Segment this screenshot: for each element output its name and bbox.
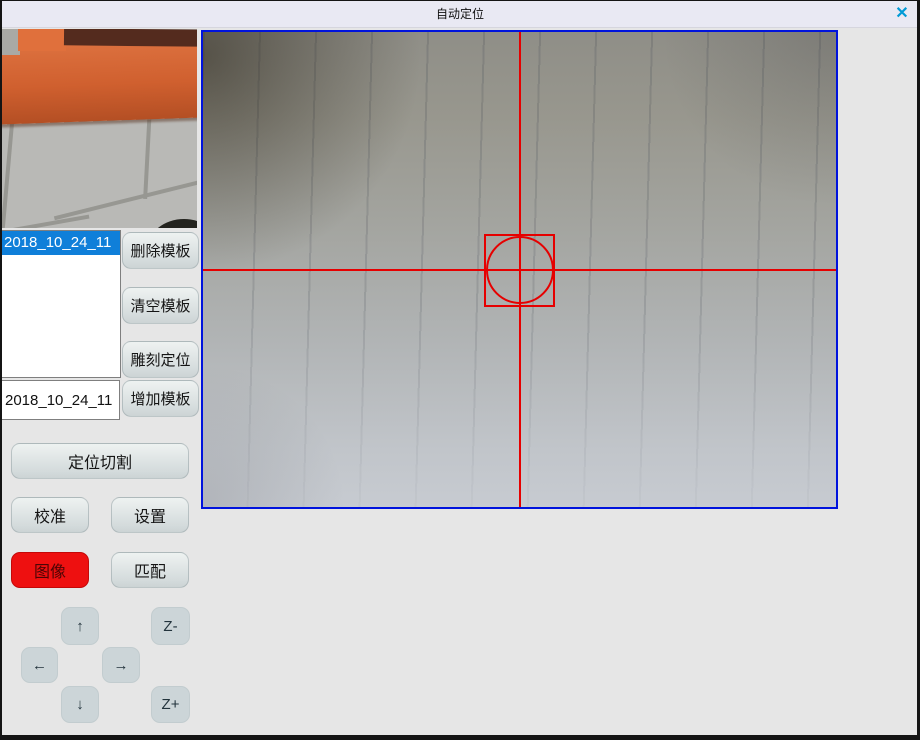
- match-button[interactable]: 匹配: [111, 552, 189, 588]
- calibrate-button[interactable]: 校准: [11, 497, 89, 533]
- thumbnail-tile-line: [0, 215, 89, 228]
- target-circle-overlay: [486, 236, 554, 304]
- thumbnail-tile-line: [54, 178, 197, 221]
- settings-button[interactable]: 设置: [111, 497, 189, 533]
- clear-templates-button[interactable]: 清空模板: [122, 287, 199, 324]
- auto-position-dialog: 自动定位 ✕ 2018_10_24_11 删除模板 清空模板 雕刻定位 增加模板…: [0, 0, 920, 740]
- delete-template-button[interactable]: 删除模板: [122, 232, 199, 269]
- add-template-button[interactable]: 增加模板: [122, 380, 199, 417]
- camera-view: [201, 30, 838, 509]
- thumbnail-dark-object: [148, 219, 197, 228]
- engrave-position-button[interactable]: 雕刻定位: [122, 341, 199, 378]
- jog-down-button[interactable]: ↓: [61, 686, 99, 723]
- image-button-active[interactable]: 图像: [11, 552, 89, 588]
- thumbnail-detail: [64, 29, 197, 47]
- position-cut-button[interactable]: 定位切割: [11, 443, 189, 479]
- template-name-field[interactable]: [1, 380, 120, 420]
- close-icon[interactable]: ✕: [891, 4, 913, 24]
- jog-z-minus-button[interactable]: Z-: [151, 607, 190, 645]
- jog-z-plus-button[interactable]: Z+: [151, 686, 190, 723]
- list-item[interactable]: 2018_10_24_11: [2, 231, 120, 255]
- titlebar: 自动定位 ✕: [0, 0, 920, 28]
- thumbnail-detail: [18, 29, 66, 51]
- dialog-title: 自动定位: [436, 5, 484, 22]
- thumbnail-detail: [0, 29, 20, 55]
- template-list[interactable]: 2018_10_24_11: [1, 230, 121, 378]
- jog-up-button[interactable]: ↑: [61, 607, 99, 645]
- jog-left-button[interactable]: ←: [21, 647, 58, 683]
- jog-right-button[interactable]: →: [102, 647, 140, 683]
- template-thumbnail: [0, 29, 197, 228]
